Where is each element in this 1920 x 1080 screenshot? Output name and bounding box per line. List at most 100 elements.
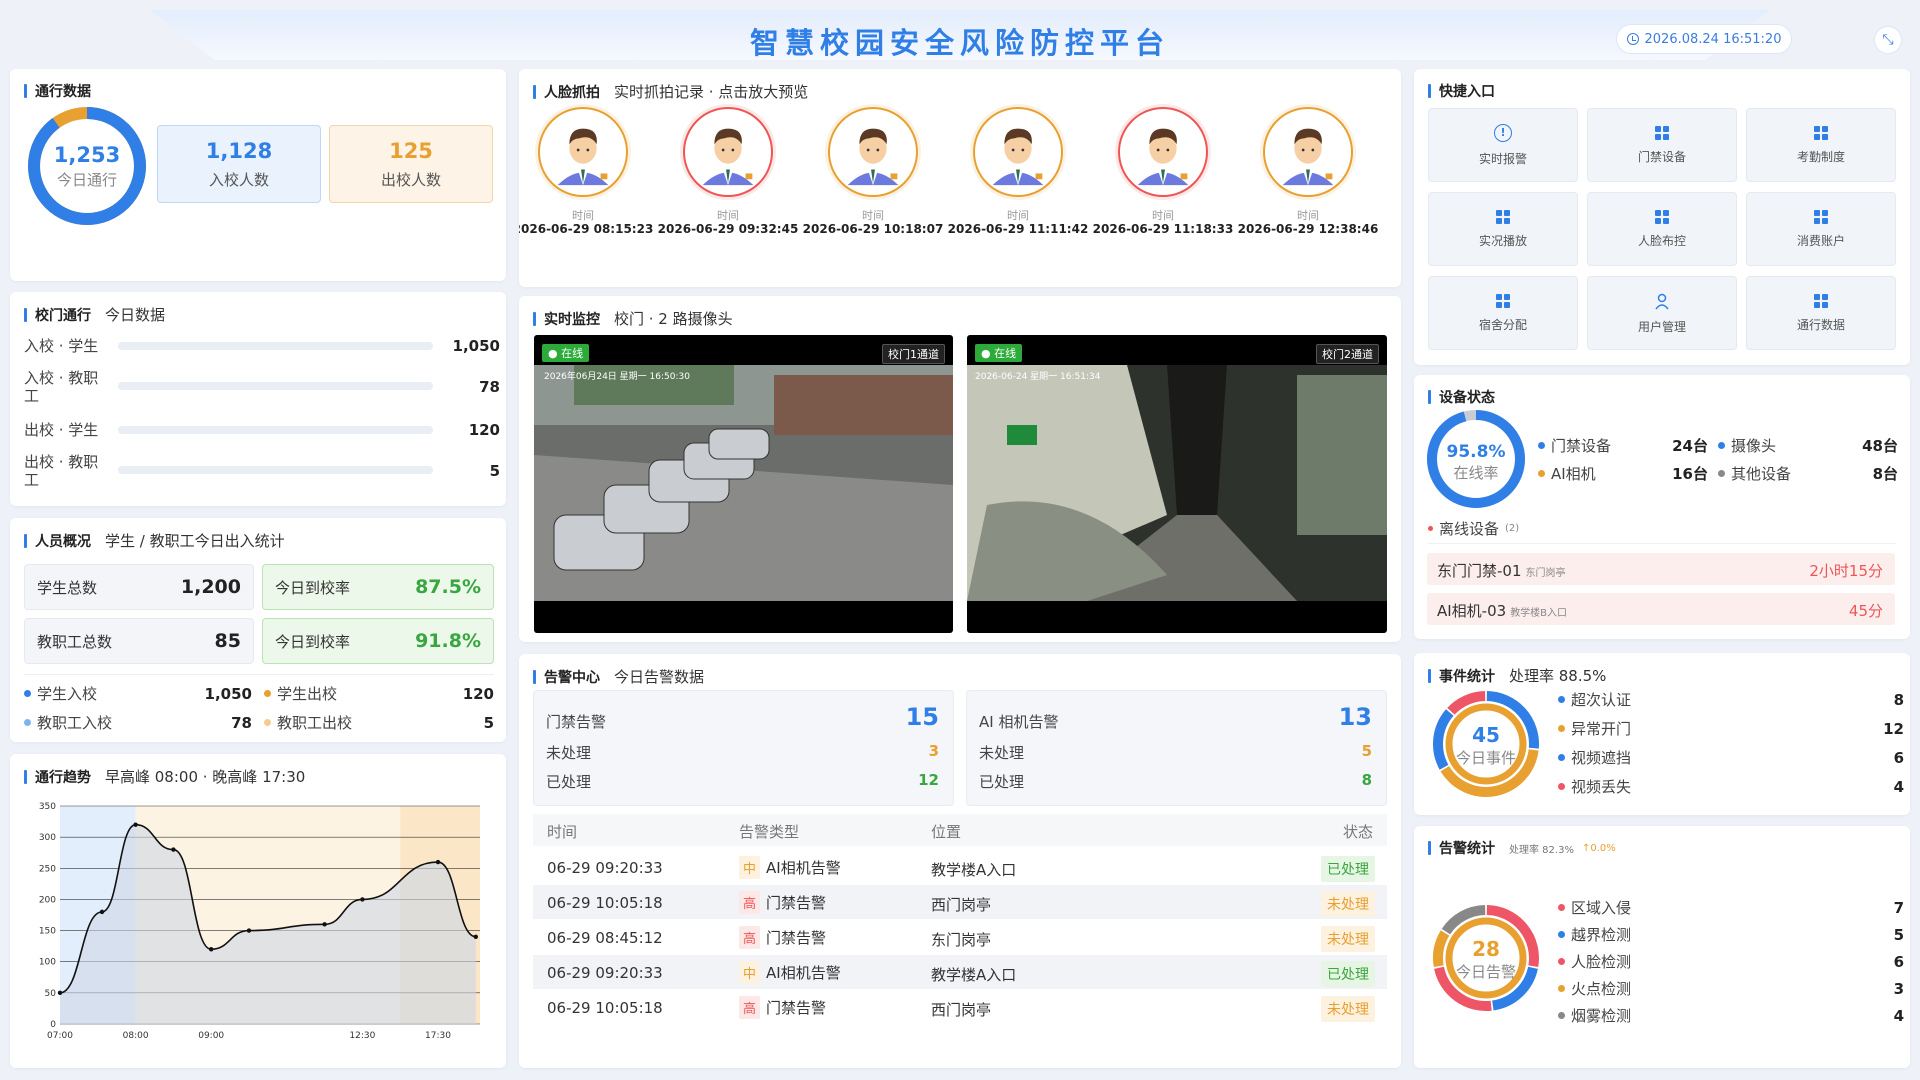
face-capture-time: 2026-06-29 12:38:46 [1237,222,1379,236]
camera-feed-2[interactable]: 2026-06-24 星期一 16:51:34 ● 在线 校门2通道 [967,335,1387,633]
quick-entry-button[interactable]: 人脸布控 [1587,192,1737,266]
alert-box-total: 15 [905,703,939,731]
face-capture-thumbnail[interactable] [683,107,773,197]
face-capture-thumbnail[interactable] [973,107,1063,197]
quick-title: 快捷入口 [1439,84,1495,100]
alert-table-row[interactable]: 06-29 10:05:18 高门禁告警 西门岗亭 未处理 [533,885,1387,919]
stat-list-item: 超次认证 8 [1558,689,1904,710]
panel-title: 人脸抓拍 实时抓拍记录 · 点击放大预览 [533,81,808,102]
face-time-caption: 时间 [1152,209,1174,222]
alert-table-row[interactable]: 06-29 09:20:33 中 AI相机告警 教学楼A入口 已处理 [533,850,1387,884]
face-capture-thumbnail[interactable] [1263,107,1353,197]
collapse-icon[interactable]: ⤡ [1874,26,1902,54]
face-capture-thumbnail[interactable] [828,107,918,197]
people-legend-item: 学生出校 120 [264,683,494,704]
alert-level-tag: 中 [739,856,761,879]
face-capture-thumbnail[interactable] [1118,107,1208,197]
alert-type: 门禁告警 [766,894,827,912]
monitor-panel: 实时监控 校门 · 2 路摄像头 2026年06月24日 星期一 16:50:30… [519,296,1401,642]
traffic-center: 1,253 今日通行 [24,143,150,190]
people-legend-label: 教职工出校 [277,714,353,732]
camera-2-channel: 校门2通道 [1316,344,1379,364]
legend-dot [1428,526,1433,531]
grid-icon [1655,209,1669,224]
divider [1428,543,1896,544]
alert-time: 06-29 09:20:33 [547,964,663,982]
out-count-card: 125 出校人数 [329,125,493,203]
quick-entry-label: 通行数据 [1796,317,1845,332]
alarm-stats-change: ↑0.0% [1581,842,1616,854]
traffic-today-label: 今日通行 [56,171,117,189]
alert-circle-icon: ! [1494,123,1512,142]
panel-title: 快捷入口 [1428,81,1495,101]
y-tick-label: 250 [39,864,56,874]
legend-dot [1718,470,1725,477]
alert-time: 06-29 10:05:18 [547,894,663,912]
people-legend-item: 教职工出校 5 [264,712,494,733]
quick-entry-button[interactable]: 考勤制度 [1746,108,1896,182]
people-legend-item: 教职工入校 78 [24,712,254,733]
quick-entry-label: 人脸布控 [1637,233,1686,248]
panel-title: 实时监控 校门 · 2 路摄像头 [533,308,733,329]
y-tick-label: 200 [39,895,56,905]
faces-subtitle: 实时抓拍记录 · 点击放大预览 [614,83,809,101]
ai-alert-box[interactable]: AI 相机告警 13 未处理 5 已处理 8 [966,690,1387,806]
stat-item-value: 4 [1893,777,1904,796]
alert-table-row[interactable]: 06-29 09:20:33 中 AI相机告警 教学楼A入口 已处理 [533,955,1387,989]
alert-status-badge: 未处理 [1321,926,1375,952]
quick-entry-button[interactable]: 消费账户 [1746,192,1896,266]
staff-rate-value: 91.8% [415,630,481,652]
device-item-label: AI相机 [1551,465,1596,483]
trend-point [171,847,176,852]
camera-feed-1[interactable]: 2026年06月24日 星期一 16:50:30 ● 在线 校门1通道 [534,335,953,633]
out-count-label: 出校人数 [380,170,441,189]
stat-list-item: 区域入侵 7 [1558,897,1904,918]
column-type: 告警类型 [739,823,800,841]
camera-2-osd: 2026-06-24 星期一 16:51:34 [975,371,1101,382]
camera-1-status: ● 在线 [542,344,590,362]
alert-table-row[interactable]: 06-29 08:45:12 高门禁告警 东门岗亭 未处理 [533,920,1387,954]
staff-rate-box: 今日到校率 91.8% [262,618,494,664]
stat-item-value: 6 [1893,952,1904,971]
stat-item-value: 3 [1893,979,1904,998]
quick-entry-button[interactable]: 实况播放 [1428,192,1578,266]
quick-entry-button[interactable]: 通行数据 [1746,276,1896,350]
access-alert-box[interactable]: 门禁告警 15 未处理 3 已处理 12 [533,690,954,806]
alert-location: 教学楼A入口 [931,861,1017,879]
quick-entry-button[interactable]: ! 实时报警 [1428,108,1578,182]
alert-table-row[interactable]: 06-29 10:05:18 高门禁告警 西门岗亭 未处理 [533,990,1387,1024]
trend-point [246,928,252,933]
trend-point [322,922,327,927]
face-capture-thumbnail[interactable] [538,107,628,197]
face-time-caption: 时间 [862,209,884,222]
stat-item-label: 视频遮挡 [1571,749,1632,767]
stat-list-item: 人脸检测 6 [1558,951,1904,972]
offline-device-row[interactable]: 东门门禁-01 东门岗亭 2小时15分 [1427,553,1895,585]
alert-type: AI相机告警 [766,964,841,982]
online-rate-value: 95.8% [1446,442,1506,462]
device-item-label: 摄像头 [1731,437,1777,455]
alarm-center: 28 今日告警 [1430,937,1542,982]
quick-entry-button[interactable]: 用户管理 [1587,276,1737,350]
avatar-icon [835,114,911,190]
events-total: 45 [1472,723,1500,747]
offline-device-row[interactable]: AI相机-03 教学楼B入口 45分 [1427,593,1895,625]
quick-entry-button[interactable]: 宿舍分配 [1428,276,1578,350]
people-legend-label: 教职工入校 [37,714,113,732]
student-total-label: 学生总数 [37,578,98,597]
device-item-label: 其他设备 [1731,465,1792,483]
alarm-stats-panel: 告警统计 处理率 82.3% ↑0.0% 28 今日告警 区域入侵 7 越界检测 5 人脸检… [1414,826,1910,1068]
gate-subtitle: 今日数据 [105,306,166,324]
panel-title: 人员概况 学生 / 教职工今日出入统计 [24,530,285,551]
legend-dot [1558,931,1565,938]
alert-location: 教学楼A入口 [931,966,1017,984]
user-icon [1655,293,1669,309]
device-item: 门禁设备 24台 [1538,435,1708,456]
face-capture-time: 2026-06-29 09:32:45 [657,222,799,236]
quick-entry-button[interactable]: 门禁设备 [1587,108,1737,182]
divider [24,674,494,675]
trend-subtitle: 早高峰 08:00 · 晚高峰 17:30 [105,768,306,786]
events-total-label: 今日事件 [1455,749,1516,767]
student-total-box: 学生总数 1,200 [24,564,254,610]
trend-point [99,909,105,915]
